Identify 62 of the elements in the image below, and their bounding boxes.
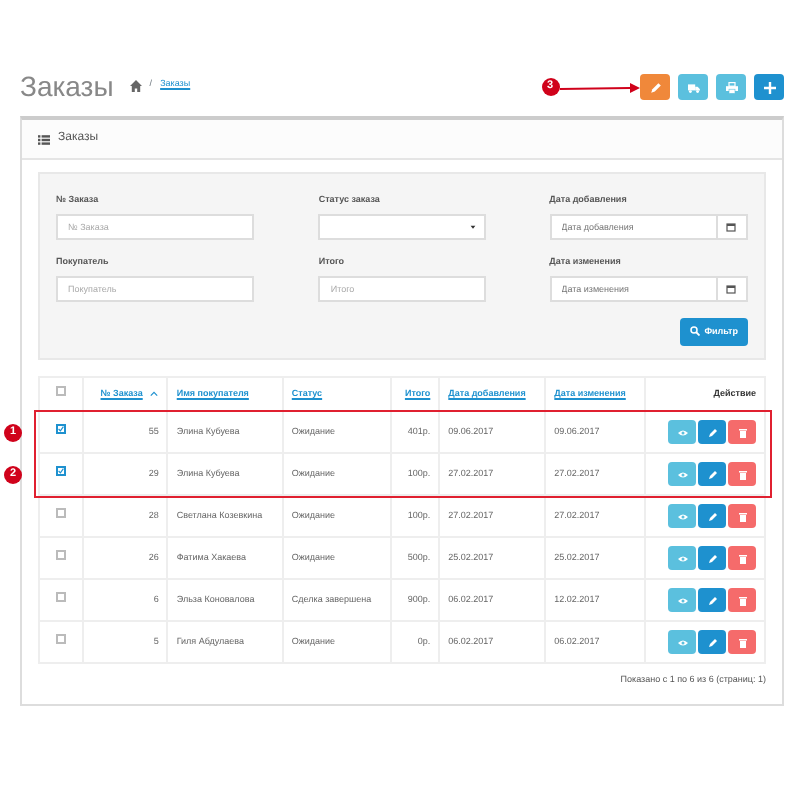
edit-button[interactable] [698, 630, 726, 655]
checkbox[interactable] [56, 634, 66, 645]
calendar-button[interactable] [717, 275, 748, 301]
view-button[interactable] [668, 504, 696, 529]
eye-icon [677, 469, 687, 480]
trash-icon [737, 427, 747, 438]
view-button[interactable] [668, 462, 696, 487]
edit-button[interactable] [698, 546, 726, 571]
search-icon [690, 326, 701, 337]
checkbox[interactable] [56, 386, 66, 397]
calendar-icon [726, 283, 737, 293]
trash-icon [737, 469, 747, 480]
trash-icon [737, 553, 747, 564]
edit-button[interactable] [698, 588, 726, 613]
delete-button[interactable] [728, 462, 756, 487]
eye-icon [677, 427, 687, 438]
delete-button[interactable] [728, 420, 756, 445]
trash-icon [737, 637, 747, 648]
pencil-icon [707, 595, 717, 606]
calendar-button[interactable] [717, 213, 748, 240]
checkbox[interactable] [56, 592, 66, 603]
truck-icon [687, 81, 699, 93]
pencil-icon [707, 553, 717, 564]
checkbox[interactable] [56, 424, 66, 435]
pencil-icon [707, 469, 717, 480]
view-button[interactable] [668, 588, 696, 613]
eye-icon [677, 553, 687, 564]
trash-icon [737, 511, 747, 522]
checkbox[interactable] [56, 550, 66, 561]
eye-icon [677, 595, 687, 606]
add-button[interactable] [754, 74, 784, 100]
pencil-icon [707, 637, 717, 648]
list-icon [38, 133, 50, 145]
edit-button[interactable] [698, 504, 726, 529]
annotation-arrow [559, 82, 640, 92]
edit-button[interactable] [698, 420, 726, 445]
eye-icon [677, 637, 687, 648]
trash-icon [737, 595, 747, 606]
page-title: Заказы [20, 72, 114, 100]
ship-button[interactable] [678, 74, 708, 100]
pencil-icon [707, 511, 717, 522]
edit-button[interactable] [698, 462, 726, 487]
edit-button[interactable] [640, 74, 670, 100]
print-button[interactable] [716, 74, 746, 100]
delete-button[interactable] [728, 630, 756, 655]
printer-icon [725, 81, 737, 93]
delete-button[interactable] [728, 504, 756, 529]
select-field[interactable] [318, 213, 486, 240]
plus-icon [763, 81, 775, 93]
view-button[interactable] [668, 546, 696, 571]
pencil-icon [707, 427, 717, 438]
caret-icon [469, 223, 476, 230]
view-button[interactable] [668, 420, 696, 445]
eye-icon [677, 511, 687, 522]
delete-button[interactable] [728, 546, 756, 571]
pencil-icon [649, 81, 661, 93]
checkbox[interactable] [56, 508, 66, 519]
view-button[interactable] [668, 630, 696, 655]
checkbox[interactable] [56, 466, 66, 477]
delete-button[interactable] [728, 588, 756, 613]
home-icon [129, 79, 142, 92]
calendar-icon [726, 221, 737, 232]
